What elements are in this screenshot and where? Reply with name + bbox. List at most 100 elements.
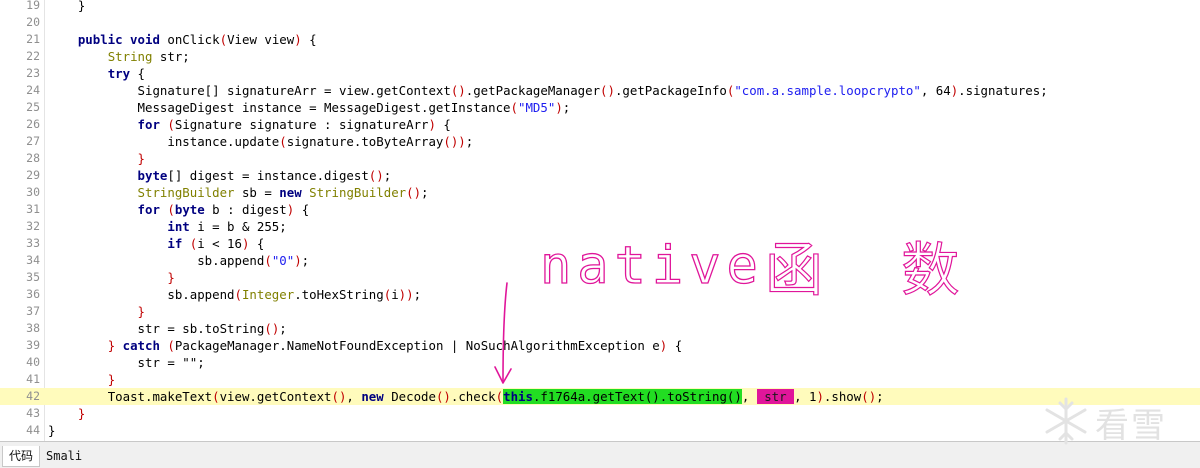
code-token: ( [167, 338, 175, 353]
code-token: } [167, 270, 175, 285]
code-line: 32 int i = b & 255; [0, 218, 1200, 235]
code-token: new [279, 185, 302, 200]
code-line: 41 } [0, 371, 1200, 388]
code-token: [] digest = instance.digest [167, 168, 369, 183]
code-token: ; [413, 287, 422, 302]
code-line: 38 str = sb.toString(); [0, 320, 1200, 337]
line-number: 24 [26, 83, 40, 97]
code-token: ) [816, 389, 824, 404]
line-number: 29 [26, 168, 40, 182]
code-editor[interactable]: 19 } 20 21 public void onClick(View view) … [0, 0, 1200, 441]
code-text: StringBuilder sb = new StringBuilder(); [48, 184, 429, 201]
code-line: 27 instance.update(signature.toByteArray… [0, 133, 1200, 150]
code-token: { [301, 32, 317, 47]
code-token: } [107, 372, 116, 387]
code-token: .check [450, 389, 496, 404]
code-line: 34 sb.append("0"); [0, 252, 1200, 269]
code-line: 28 } [0, 150, 1200, 167]
code-text: } [48, 0, 85, 14]
code-token: ; [465, 134, 474, 149]
code-text: for (byte b : digest) { [48, 201, 310, 218]
code-token: ( [510, 100, 518, 115]
code-token: view.getContext [219, 389, 332, 404]
code-token: } [137, 304, 145, 319]
code-token: b : digest [204, 202, 287, 217]
code-token: ) [294, 32, 302, 47]
code-line: 36 sb.append(Integer.toHexString(i)); [0, 286, 1200, 303]
tab-code[interactable]: 代码 [2, 446, 41, 467]
code-token: Signature[] signatureArr = view.getConte… [137, 83, 451, 98]
marked-token: .f1764a.getText().toString() [532, 389, 742, 404]
code-token: MessageDigest instance = MessageDigest.g… [137, 100, 511, 115]
code-token: ( [167, 117, 175, 132]
code-token: i = b & 255; [189, 219, 287, 234]
code-line-highlighted: 42 Toast.makeText(view.getContext(), new… [0, 388, 1200, 405]
code-token: () [331, 389, 347, 404]
code-text: instance.update(signature.toByteArray())… [48, 133, 473, 150]
code-token: () [406, 185, 422, 200]
code-text: } [48, 371, 115, 388]
code-text: int i = b & 255; [48, 218, 287, 235]
line-number: 28 [26, 151, 40, 165]
code-text: String str; [48, 48, 190, 65]
code-line: 25 MessageDigest instance = MessageDiges… [0, 99, 1200, 116]
code-token: Decode [383, 389, 436, 404]
code-token: ; [421, 185, 429, 200]
code-text: sb.append("0"); [48, 252, 309, 269]
line-number: 43 [26, 406, 40, 420]
code-token: Signature signature : signatureArr [174, 117, 429, 132]
tab-code-label: 代码 [9, 449, 34, 463]
code-text: public void onClick(View view) { [48, 31, 317, 48]
code-token: if [167, 236, 183, 251]
line-number: 25 [26, 100, 40, 114]
code-text: } [48, 269, 175, 286]
line-number: 33 [26, 236, 40, 250]
code-token: () [435, 389, 451, 404]
code-token: str = ""; [137, 355, 205, 370]
code-token: , 1 [794, 389, 817, 404]
code-token: ( [264, 253, 272, 268]
code-line: 24 Signature[] signatureArr = view.getCo… [0, 82, 1200, 99]
code-token: () [861, 389, 877, 404]
code-token: .signatures; [958, 83, 1048, 98]
line-number: 36 [26, 287, 40, 301]
code-token: ( [495, 389, 504, 404]
code-line: 37 } [0, 303, 1200, 320]
code-token: ) [428, 117, 436, 132]
line-number: 26 [26, 117, 40, 131]
code-text: } [48, 303, 145, 320]
line-number: 40 [26, 355, 40, 369]
tab-smali[interactable]: Smali [40, 446, 88, 466]
bottom-tab-bar: 代码 Smali [0, 441, 1200, 468]
marked-token: this [503, 389, 533, 404]
code-token: ()) [443, 134, 466, 149]
code-token: "MD5" [518, 100, 556, 115]
code-token: new [361, 389, 384, 404]
line-number: 41 [26, 372, 40, 386]
code-token: byte [174, 202, 205, 217]
code-token: PackageManager.NameNotFoundException | N… [174, 338, 660, 353]
code-line: 40 str = ""; [0, 354, 1200, 371]
code-token: } [77, 406, 86, 421]
code-token: instance.update [167, 134, 280, 149]
code-token: () [264, 321, 280, 336]
code-token: View view [227, 32, 295, 47]
line-number: 44 [26, 423, 40, 437]
line-number: 42 [26, 389, 40, 403]
code-text: Toast.makeText(view.getContext(), new De… [48, 388, 884, 405]
